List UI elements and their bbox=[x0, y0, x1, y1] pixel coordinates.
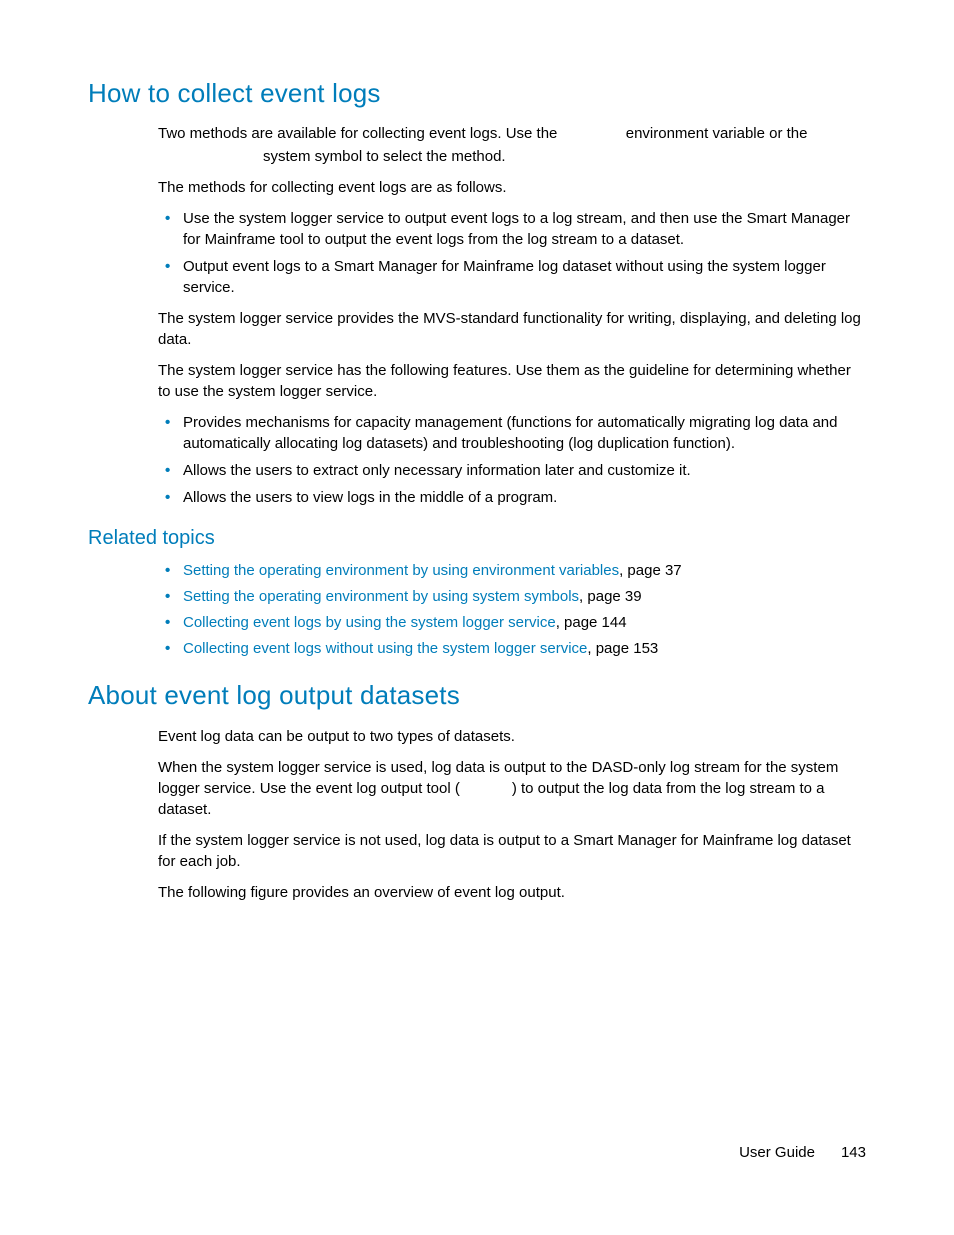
list-item: Allows the users to view logs in the mid… bbox=[183, 487, 866, 508]
related-link-item: Collecting event logs without using the … bbox=[183, 638, 866, 659]
page-ref: , page 39 bbox=[579, 588, 642, 605]
list-item: Allows the users to extract only necessa… bbox=[183, 460, 866, 481]
page-footer: User Guide 143 bbox=[739, 1142, 866, 1163]
ds-p2: When the system logger service is used, … bbox=[158, 757, 866, 820]
related-link-item: Setting the operating environment by usi… bbox=[183, 560, 866, 581]
methods-lead: The methods for collecting event logs ar… bbox=[158, 177, 866, 198]
page-ref: , page 153 bbox=[587, 640, 658, 657]
logger-desc-2: The system logger service has the follow… bbox=[158, 360, 866, 402]
intro-line2: system symbol to select the method. bbox=[263, 146, 866, 167]
related-link[interactable]: Setting the operating environment by usi… bbox=[183, 562, 619, 579]
list-item: Use the system logger service to output … bbox=[183, 208, 866, 250]
document-page: How to collect event logs Two methods ar… bbox=[0, 0, 954, 1235]
ds-p1: Event log data can be output to two type… bbox=[158, 726, 866, 747]
related-link[interactable]: Collecting event logs by using the syste… bbox=[183, 614, 556, 631]
page-number: 143 bbox=[841, 1144, 866, 1161]
methods-list: Use the system logger service to output … bbox=[183, 208, 866, 298]
list-item: Provides mechanisms for capacity managem… bbox=[183, 412, 866, 454]
related-topics-list: Setting the operating environment by usi… bbox=[183, 560, 866, 659]
related-link[interactable]: Collecting event logs without using the … bbox=[183, 640, 587, 657]
intro-text-2: environment variable or the bbox=[622, 125, 808, 142]
features-list: Provides mechanisms for capacity managem… bbox=[183, 412, 866, 508]
intro-paragraph: Two methods are available for collecting… bbox=[158, 123, 866, 144]
related-link[interactable]: Setting the operating environment by usi… bbox=[183, 588, 579, 605]
related-topics-heading: Related topics bbox=[88, 524, 866, 552]
intro-text-1: Two methods are available for collecting… bbox=[158, 125, 562, 142]
logger-desc-1: The system logger service provides the M… bbox=[158, 308, 866, 350]
footer-label: User Guide bbox=[739, 1144, 815, 1161]
related-link-item: Setting the operating environment by usi… bbox=[183, 586, 866, 607]
ds-p3: If the system logger service is not used… bbox=[158, 830, 866, 872]
page-ref: , page 144 bbox=[556, 614, 627, 631]
section-heading-collect: How to collect event logs bbox=[88, 75, 866, 111]
related-link-item: Collecting event logs by using the syste… bbox=[183, 612, 866, 633]
section-heading-datasets: About event log output datasets bbox=[88, 677, 866, 713]
ds-p4: The following figure provides an overvie… bbox=[158, 882, 866, 903]
page-ref: , page 37 bbox=[619, 562, 682, 579]
list-item: Output event logs to a Smart Manager for… bbox=[183, 256, 866, 298]
